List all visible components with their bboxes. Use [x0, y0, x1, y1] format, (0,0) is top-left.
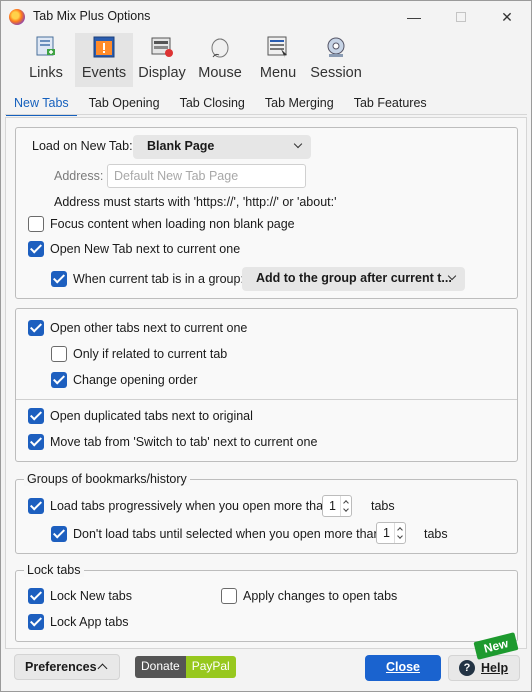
category-display[interactable]: Display [133, 33, 191, 87]
open-new-tab-next-label: Open New Tab next to current one [50, 242, 241, 256]
apply-open-label: Apply changes to open tabs [243, 589, 398, 603]
session-icon [327, 37, 345, 57]
preferences-label: Preferences [25, 660, 97, 674]
minimize-button[interactable]: — [392, 5, 436, 29]
chevron-down-icon [397, 533, 403, 539]
group-action-value: Add to the group after current t... [256, 271, 452, 285]
open-new-tab-next-checkbox[interactable] [28, 241, 44, 257]
progressive-value: 1 [329, 499, 336, 513]
address-hint: Address must starts with 'https://', 'ht… [54, 195, 337, 209]
firefox-icon [9, 9, 25, 25]
chevron-up-icon [397, 527, 403, 533]
events-icon [93, 36, 115, 58]
mouse-icon [211, 38, 229, 58]
links-icon [36, 36, 55, 56]
tab-new-tabs[interactable]: New Tabs [6, 94, 77, 116]
stepper-arrows[interactable] [340, 496, 351, 516]
tab-tab-opening[interactable]: Tab Opening [81, 94, 168, 116]
help-button[interactable]: ? Help [448, 655, 520, 681]
dont-load-checkbox[interactable] [51, 526, 67, 542]
category-toolbar: Links Events Display Mouse Menu Session [17, 33, 365, 89]
only-related-checkbox[interactable] [51, 346, 67, 362]
progressive-unit: tabs [371, 499, 395, 513]
category-display-label: Display [138, 65, 186, 81]
chevron-down-icon [343, 506, 349, 512]
category-events[interactable]: Events [75, 33, 133, 87]
help-label: Help [481, 661, 509, 675]
bookmarks-group-title: Groups of bookmarks/history [24, 472, 190, 486]
category-session[interactable]: Session [307, 33, 365, 87]
lock-group-title: Lock tabs [24, 563, 84, 577]
switch-to-tab-checkbox[interactable] [28, 434, 44, 450]
tab-tab-merging[interactable]: Tab Merging [257, 94, 342, 116]
category-menu[interactable]: Menu [249, 33, 307, 87]
open-other-tabs-label: Open other tabs next to current one [50, 321, 248, 335]
category-session-label: Session [310, 65, 362, 81]
duplicated-tabs-label: Open duplicated tabs next to original [50, 409, 253, 423]
group-action-dropdown[interactable]: Add to the group after current t... [242, 267, 465, 291]
maximize-icon [456, 12, 466, 22]
opening-divider [16, 399, 517, 400]
change-order-checkbox[interactable] [51, 372, 67, 388]
chevron-up-icon [343, 500, 349, 506]
paypal-label: PayPal [185, 656, 236, 678]
subtab-separator [5, 114, 527, 115]
preferences-button[interactable]: Preferences [14, 654, 120, 680]
category-links[interactable]: Links [17, 33, 75, 87]
load-on-new-tab-value: Blank Page [147, 139, 215, 153]
load-on-new-tab-dropdown[interactable]: Blank Page [133, 135, 311, 159]
progressive-stepper[interactable]: 1 [322, 495, 352, 517]
donate-paypal-button[interactable]: Donate PayPal [135, 656, 236, 678]
focus-content-label: Focus content when loading non blank pag… [50, 217, 295, 231]
chevron-down-icon [293, 139, 303, 149]
group-checkbox[interactable] [51, 271, 67, 287]
only-related-label: Only if related to current tab [73, 347, 228, 361]
lock-new-checkbox[interactable] [28, 588, 44, 604]
display-icon [151, 37, 173, 57]
open-other-tabs-checkbox[interactable] [28, 320, 44, 336]
chevron-up-icon [97, 663, 108, 674]
tab-tab-features[interactable]: Tab Features [346, 94, 435, 116]
address-input[interactable]: Default New Tab Page [107, 164, 306, 188]
dont-load-stepper[interactable]: 1 [376, 522, 406, 544]
dont-load-value: 1 [383, 526, 390, 540]
close-window-button[interactable]: ✕ [485, 5, 529, 29]
lock-new-label: Lock New tabs [50, 589, 132, 603]
dont-load-label: Don't load tabs until selected when you … [73, 527, 381, 541]
lock-app-checkbox[interactable] [28, 614, 44, 630]
dont-load-unit: tabs [424, 527, 448, 541]
load-on-new-tab-label: Load on New Tab: [32, 139, 133, 153]
stepper-arrows[interactable] [394, 523, 405, 543]
opening-group: Open other tabs next to current one Only… [15, 308, 518, 462]
address-label: Address: [54, 169, 104, 183]
category-links-label: Links [29, 65, 63, 81]
options-window: Tab Mix Plus Options — ✕ Links Events Di… [0, 0, 532, 692]
donate-label: Donate [135, 656, 186, 678]
category-menu-label: Menu [259, 65, 297, 81]
menu-icon [267, 36, 287, 58]
category-mouse[interactable]: Mouse [191, 33, 249, 87]
lock-app-label: Lock App tabs [50, 615, 129, 629]
apply-open-checkbox[interactable] [221, 588, 237, 604]
category-mouse-label: Mouse [198, 65, 242, 81]
focus-content-checkbox[interactable] [28, 216, 44, 232]
help-icon: ? [459, 660, 475, 676]
tab-tab-closing[interactable]: Tab Closing [172, 94, 253, 116]
title-bar: Tab Mix Plus Options — ✕ [1, 1, 531, 33]
settings-panel: Load on New Tab: Blank Page Address: Def… [5, 117, 527, 649]
lock-group: Lock New tabs Apply changes to open tabs… [15, 570, 518, 642]
category-events-label: Events [81, 65, 127, 81]
duplicated-tabs-checkbox[interactable] [28, 408, 44, 424]
window-title: Tab Mix Plus Options [33, 9, 151, 23]
progressive-checkbox[interactable] [28, 498, 44, 514]
subtab-bar: New Tabs Tab Opening Tab Closing Tab Mer… [6, 94, 439, 116]
new-tab-group: Load on New Tab: Blank Page Address: Def… [15, 127, 518, 299]
close-button[interactable]: Close [365, 655, 441, 681]
maximize-button [439, 5, 483, 29]
change-order-label: Change opening order [73, 373, 198, 387]
group-label: When current tab is in a group: [73, 272, 244, 286]
bookmarks-group: Load tabs progressively when you open mo… [15, 479, 518, 554]
progressive-label: Load tabs progressively when you open mo… [50, 499, 331, 513]
switch-to-tab-label: Move tab from 'Switch to tab' next to cu… [50, 435, 318, 449]
